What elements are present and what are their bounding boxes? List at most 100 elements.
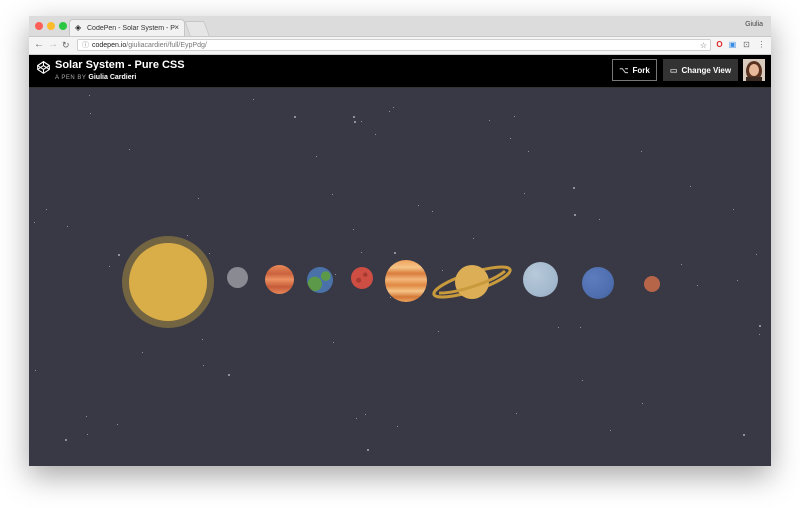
star-dot [316,156,317,157]
minimize-window-button[interactable] [47,22,55,30]
reload-icon[interactable]: ↻ [62,40,70,51]
star-dot [582,380,583,381]
info-icon[interactable]: ⓘ [82,42,89,49]
codepen-header: Solar System - Pure CSS A PEN BY Giulia … [29,55,771,88]
star-dot [418,205,419,206]
star-dot [87,434,88,435]
saturn [432,265,512,299]
star-dot [489,120,490,121]
star-dot [354,121,356,123]
star-dot [187,235,188,236]
pluto [644,276,660,292]
star-dot [361,252,362,253]
uranus [523,262,558,297]
browser-tab[interactable]: ◈ CodePen - Solar System - Pur × [69,19,185,36]
url-host: codepen.io [92,42,127,49]
close-window-button[interactable] [35,22,43,30]
star-dot [393,107,394,108]
star-dot [335,274,336,275]
star-dot [34,222,35,223]
star-dot [397,426,398,427]
star-dot [573,187,575,189]
star-dot [432,211,433,212]
avatar[interactable] [743,59,765,81]
venus [265,265,294,294]
star-dot [253,99,254,100]
back-arrow-icon[interactable]: ← [34,39,44,50]
star-dot [756,254,757,255]
fork-label: Fork [632,65,650,75]
mars [351,267,373,289]
star-dot [743,434,745,436]
solar-system-canvas [29,88,771,466]
star-dot [599,219,600,220]
codepen-favicon-icon: ◈ [75,23,82,32]
star-dot [375,134,376,135]
browser-window: ◈ CodePen - Solar System - Pur × Giulia … [29,16,771,466]
star-dot [510,138,511,139]
tab-close-icon[interactable]: × [174,23,179,32]
neptune [582,267,614,299]
pen-author-line: A PEN BY Giulia Cardieri [55,74,136,81]
star-dot [365,414,366,415]
forward-arrow-icon[interactable]: → [48,39,58,50]
star-dot [228,374,230,376]
star-dot [294,116,296,118]
url-path: /giuliacardieri/full/EypPdg/ [126,42,207,49]
change-view-label: Change View [681,65,732,75]
star-dot [142,352,143,353]
address-bar[interactable]: ⓘ codepen.io/giuliacardieri/full/EypPdg/ … [77,39,711,51]
star-dot [209,253,210,254]
pen-title[interactable]: Solar System - Pure CSS [55,59,185,71]
star-dot [697,285,698,286]
star-dot [690,186,691,187]
extension-icon[interactable]: ▣ [728,40,737,49]
avatar-photo [743,59,765,81]
star-dot [332,194,333,195]
star-dot [65,439,67,441]
star-dot [438,331,439,332]
star-dot [641,151,642,152]
star-dot [198,198,199,199]
star-dot [528,151,529,152]
star-dot [361,121,362,122]
bookmark-star-icon[interactable]: ☆ [700,40,707,52]
profile-name[interactable]: Giulia [745,21,763,28]
star-dot [524,193,525,194]
star-dot [473,238,474,239]
author-name-link[interactable]: Giulia Cardieri [88,74,136,81]
menu-icon[interactable]: ⋮ [757,40,766,49]
codepen-logo-icon[interactable] [37,61,50,74]
star-dot [580,327,581,328]
star-dot [118,254,120,256]
star-dot [516,413,517,414]
star-dot [117,424,118,425]
star-dot [367,449,369,451]
star-dot [681,264,682,265]
tab-title: CodePen - Solar System - Pur [87,24,175,32]
change-view-button[interactable]: ▭ Change View [663,59,738,81]
star-dot [202,339,203,340]
cast-icon[interactable]: ⊡ [742,40,751,49]
star-dot [89,95,90,96]
star-dot [333,342,334,343]
star-dot [35,370,36,371]
star-dot [86,416,87,417]
browser-toolbar: ← → ↻ ⓘ codepen.io/giuliacardieri/full/Ey… [29,37,771,55]
star-dot [390,297,391,298]
star-dot [759,334,760,335]
star-dot [394,252,396,254]
star-dot [129,149,130,150]
window-controls [35,22,67,30]
fork-button[interactable]: ⌥ Fork [612,59,657,81]
opera-icon[interactable]: O [715,40,724,49]
star-dot [558,327,559,328]
star-dot [574,214,576,216]
star-dot [737,280,738,281]
star-dot [356,418,357,419]
new-tab-button[interactable] [184,21,210,36]
maximize-window-button[interactable] [59,22,67,30]
star-dot [610,430,611,431]
mercury [227,267,248,288]
star-dot [759,325,761,327]
